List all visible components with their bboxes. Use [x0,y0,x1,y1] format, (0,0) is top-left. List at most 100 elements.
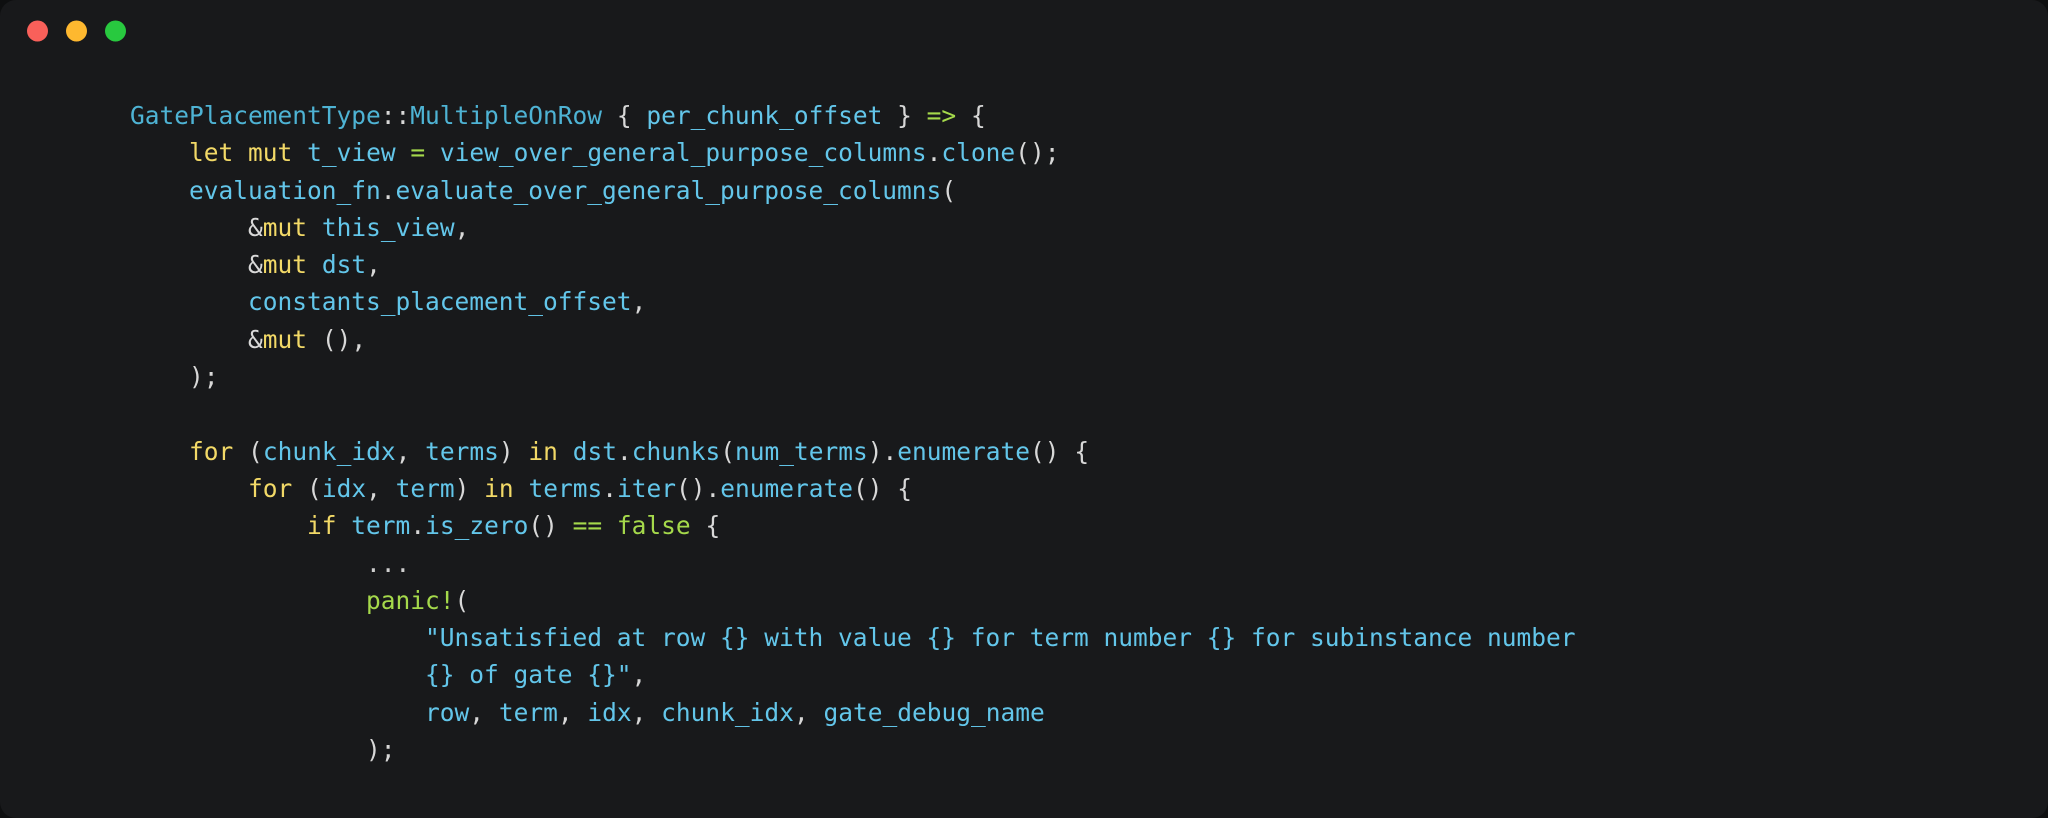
code-token-punc: ( [307,473,322,503]
code-token-punc: , [366,473,381,503]
code-token-punc: ) [498,436,514,466]
code-token-punc: , [793,697,809,727]
code-token-punc: ); [366,735,396,765]
code-token-punc: (); [1015,138,1060,168]
code-token-punc: , [631,660,647,690]
code-token-lit: false [616,511,691,541]
code-token-punc: () [1030,436,1060,466]
code-line: constants_placement_offset, [0,283,2048,320]
code-token-punc: & [248,324,263,354]
code-token-punc: . [616,436,632,466]
code-token-punc: , [395,436,411,466]
code-token-punc: . [410,511,426,541]
code-token-punc: { [897,473,913,503]
code-token-fn: enumerate [897,436,1031,466]
minimize-button[interactable] [66,20,87,42]
code-line: GatePlacementType::MultipleOnRow { per_c… [0,97,2048,134]
code-token-kw: for [248,473,293,503]
code-token-punc: & [248,250,263,280]
code-token-punc: , [557,697,573,727]
code-token-ident: evaluation_fn [189,175,381,205]
code-token-punc: :: [380,101,411,130]
code-token-fn: clone [941,138,1016,168]
code-token-punc: ); [189,362,219,392]
code-line: evaluation_fn.evaluate_over_general_purp… [0,172,2048,209]
code-token-punc: . [380,175,396,205]
code-token-ident: t_view [307,138,396,168]
code-token-ident: idx [587,697,632,727]
code-token-kw: mut [248,138,293,168]
code-line: &mut dst, [0,246,2048,283]
code-token-ident: num_terms [735,436,868,466]
code-token-punc: { [970,101,986,130]
code-token-fn: is_zero [425,511,529,541]
close-button[interactable] [27,20,48,42]
code-line: ); [0,358,2048,395]
code-token-fn: iter [616,473,676,503]
code-token-kw: for [189,436,234,466]
code-block: GatePlacementType::MultipleOnRow { per_c… [0,62,2048,818]
code-screenshot-window: GatePlacementType::MultipleOnRow { per_c… [0,0,2048,818]
code-line: let mut t_view = view_over_general_purpo… [0,134,2048,171]
code-token-fn: enumerate [720,473,854,503]
code-token-op: == [572,511,603,541]
code-line: for (chunk_idx, terms) in dst.chunks(num… [0,433,2048,470]
code-token-type: GatePlacementType [130,101,381,130]
code-token-kw: in [528,436,558,466]
window-titlebar [0,0,2048,62]
code-token-punc: . [602,473,617,503]
code-token-punc: . [926,138,942,168]
code-token-ident: per_chunk_offset [646,101,883,130]
code-token-ident: idx [321,473,367,503]
code-token-punc: { [616,101,632,130]
code-token-kw: mut [262,212,308,242]
code-line: &mut this_view, [0,209,2048,246]
code-token-ident: chunk_idx [262,436,396,466]
code-token-ident: terms [425,436,499,466]
code-token-macro: panic! [366,585,455,615]
code-token-ident: term [395,473,455,503]
code-token-punc: (). [675,473,721,503]
code-token-punc: ( [941,175,957,205]
code-line: panic!( [0,582,2048,619]
code-token-ident: term [498,697,558,727]
code-line: ); [0,731,2048,768]
maximize-button[interactable] [105,20,126,42]
code-line: "Unsatisfied at row {} with value {} for… [0,619,2048,656]
code-token-ident: chunk_idx [661,697,794,727]
code-token-kw: mut [262,324,308,354]
code-token-kw: in [484,473,514,503]
code-token-punc: , [631,287,647,317]
code-token-kw: if [307,511,337,541]
code-token-fn: chunks [631,436,721,466]
